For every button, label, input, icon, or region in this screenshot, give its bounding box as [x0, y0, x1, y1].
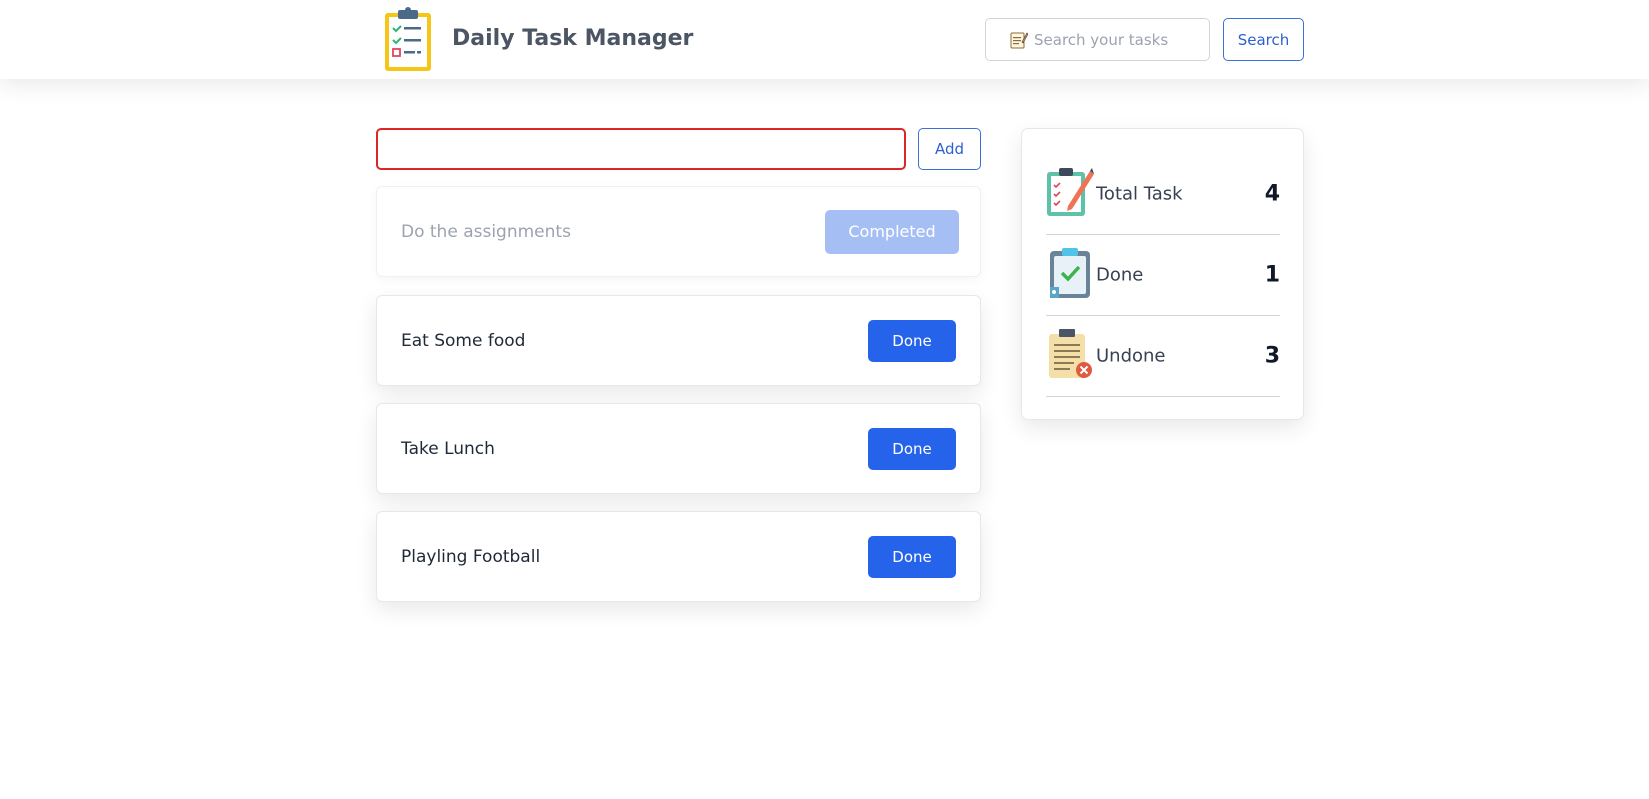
- app-header: Daily Task Manager Search: [0, 0, 1649, 79]
- task-text: Eat Some food: [401, 330, 526, 351]
- search-button[interactable]: Search: [1223, 18, 1304, 61]
- add-task-button[interactable]: Add: [918, 128, 981, 170]
- stats-panel: Total Task 4 Done 1 Undone 3: [1021, 128, 1304, 420]
- stat-value: 1: [1264, 262, 1280, 288]
- mark-done-button[interactable]: Done: [868, 319, 956, 362]
- search-box[interactable]: [985, 18, 1224, 61]
- new-task-input[interactable]: [376, 128, 906, 170]
- task-card: Eat Some food Done: [376, 295, 981, 386]
- search-input[interactable]: [1034, 24, 1224, 55]
- clipboard-checklist-logo-icon: [385, 7, 431, 71]
- memo-icon: [1010, 32, 1028, 49]
- task-text: Do the assignments: [401, 221, 571, 242]
- task-text: Playling Football: [401, 546, 541, 567]
- clipboard-check-icon: [1050, 248, 1090, 298]
- clipboard-cross-icon: [1049, 329, 1092, 378]
- task-card: Playling Football Done: [376, 511, 981, 602]
- stat-value: 4: [1264, 181, 1280, 207]
- stat-label: Done: [1096, 264, 1144, 286]
- stat-done: Done 1: [1046, 235, 1280, 316]
- stat-total-tasks: Total Task 4: [1046, 154, 1280, 235]
- task-card: Do the assignments Completed: [376, 186, 981, 277]
- stat-value: 3: [1264, 343, 1280, 369]
- stat-label: Total Task: [1096, 183, 1183, 205]
- mark-done-button[interactable]: Done: [868, 535, 956, 578]
- completed-button: Completed: [825, 209, 959, 254]
- task-card: Take Lunch Done: [376, 403, 981, 494]
- clipboard-pencil-icon: [1047, 168, 1094, 216]
- mark-done-button[interactable]: Done: [868, 427, 956, 470]
- app-title: Daily Task Manager: [452, 26, 694, 51]
- stat-undone: Undone 3: [1046, 316, 1280, 397]
- stat-label: Undone: [1096, 345, 1166, 367]
- task-text: Take Lunch: [401, 438, 495, 459]
